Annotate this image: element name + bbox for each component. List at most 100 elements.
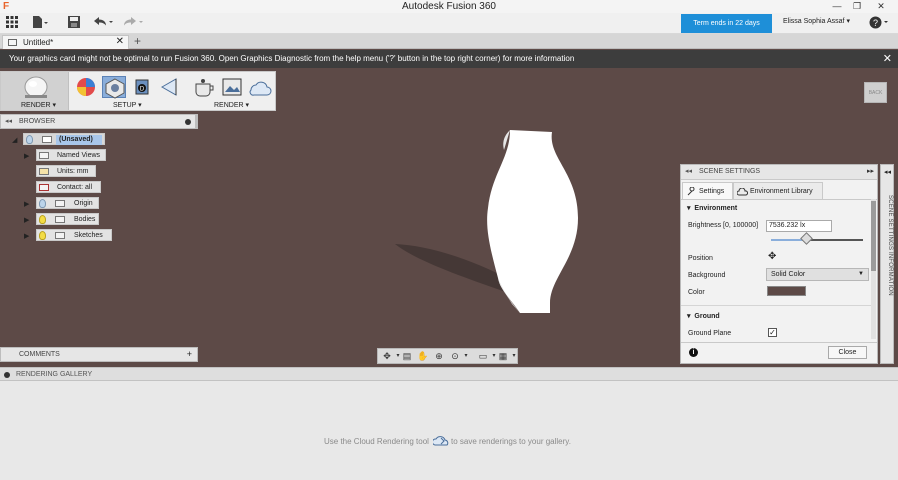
background-color-swatch[interactable]	[767, 286, 806, 296]
tree-item-units[interactable]: Units: mm	[36, 165, 96, 177]
vase-model[interactable]	[380, 128, 590, 318]
scene-settings-header: ◂◂ SCENE SETTINGS ▸▸	[681, 165, 877, 180]
tab-label: Settings	[699, 188, 725, 195]
expand-named-views-icon[interactable]: ▶	[24, 152, 29, 160]
setup-menu[interactable]: SETUP ▾	[113, 101, 142, 109]
visibility-bulb-icon[interactable]	[26, 135, 33, 144]
move-icon[interactable]: ✥	[768, 251, 776, 262]
tree-item-label: Sketches	[74, 232, 103, 239]
scene-settings-icon[interactable]: D	[130, 76, 154, 98]
units-icon	[39, 168, 49, 175]
redo-icon[interactable]	[122, 16, 143, 30]
tree-item-label: Contact: all	[57, 184, 93, 191]
brightness-slider-thumb[interactable]	[800, 232, 813, 245]
scrollbar-thumb[interactable]	[871, 201, 876, 271]
rendering-gallery: Use the Cloud Rendering tool to save ren…	[0, 381, 898, 480]
look-at-icon[interactable]: ▤	[400, 350, 414, 362]
expand-root-icon[interactable]: ◢	[12, 136, 17, 144]
file-icon[interactable]	[32, 16, 48, 30]
visibility-bulb-icon[interactable]	[39, 199, 46, 208]
comments-title: COMMENTS	[19, 351, 60, 358]
new-tab-button[interactable]: +	[134, 34, 141, 48]
section-ground[interactable]: ▾ Ground	[687, 312, 720, 320]
chevron-down-icon[interactable]: ▾	[459, 350, 473, 362]
ground-plane-checkbox[interactable]: ✓	[768, 328, 777, 337]
rendering-gallery-icon[interactable]	[248, 76, 272, 98]
section-divider	[681, 305, 871, 306]
expand-icon[interactable]: ▸▸	[867, 167, 874, 175]
expand-origin-icon[interactable]: ▶	[24, 200, 29, 208]
tab-label: Environment Library	[750, 188, 813, 195]
pin-icon[interactable]	[4, 372, 10, 378]
browser-edge	[195, 114, 198, 129]
warning-close-icon[interactable]: ✕	[883, 50, 892, 68]
user-name: Elissa Sophia Assaf	[783, 18, 845, 25]
tab-settings[interactable]: Settings	[682, 182, 733, 199]
save-icon[interactable]	[66, 16, 82, 30]
view-cube[interactable]: BACK	[864, 82, 887, 103]
user-menu[interactable]: Elissa Sophia Assaf ▾	[783, 17, 850, 25]
ground-plane-label: Ground Plane	[688, 330, 732, 337]
navigation-toolbar: ✥ ▾ ▤ ✋ ⊕ ⊙ ▾ ▭ ▾ ▦ ▾	[377, 348, 518, 364]
folder-icon	[55, 200, 65, 207]
wrench-icon	[687, 187, 695, 196]
info-icon[interactable]: i	[689, 348, 698, 357]
cloud-icon	[737, 188, 748, 196]
visibility-bulb-icon[interactable]	[39, 231, 46, 240]
folder-icon	[39, 152, 49, 159]
brightness-label: Brightness [0, 100000]	[688, 222, 759, 229]
tree-item-label: Units: mm	[57, 168, 89, 175]
section-environment[interactable]: ▾ Environment	[687, 204, 737, 212]
tree-root[interactable]: (Unsaved)	[23, 133, 105, 145]
tree-item-contact[interactable]: Contact: all	[36, 181, 101, 193]
visibility-bulb-icon[interactable]	[39, 215, 46, 224]
brightness-input[interactable]: 7536.232 lx	[766, 220, 832, 232]
help-icon[interactable]: ?	[869, 16, 889, 32]
scene-settings-information-strip[interactable]: ◂◂ SCENE SETTINGS INFORMATION	[880, 164, 894, 364]
background-select[interactable]: Solid Color ▼	[766, 268, 869, 281]
workspace-switcher[interactable]: RENDER ▾	[1, 72, 69, 110]
pan-icon[interactable]: ✋	[416, 350, 430, 362]
add-comment-button[interactable]: +	[187, 349, 192, 359]
collapse-icon[interactable]: ◂◂	[685, 167, 692, 175]
in-canvas-render-icon[interactable]	[192, 76, 216, 98]
folder-icon	[55, 232, 65, 239]
section-label: Environment	[694, 205, 738, 212]
texture-map-icon[interactable]	[158, 76, 182, 98]
pin-icon[interactable]	[185, 119, 191, 125]
rendering-gallery-title: RENDERING GALLERY	[16, 371, 93, 378]
expand-sketches-icon[interactable]: ▶	[24, 232, 29, 240]
tab-close-icon[interactable]: ✕	[116, 36, 124, 47]
restore-icon[interactable]: ❐	[846, 0, 868, 12]
trial-status-button[interactable]: Term ends in 22 days	[681, 14, 772, 33]
close-icon[interactable]: ✕	[870, 0, 892, 12]
undo-icon[interactable]	[92, 16, 113, 30]
comments-panel-header[interactable]: COMMENTS +	[0, 347, 198, 362]
browser-panel-header[interactable]: ◂◂ BROWSER	[0, 114, 198, 129]
tab-environment-library[interactable]: Environment Library	[733, 182, 823, 199]
scene-settings-panel: ◂◂ SCENE SETTINGS ▸▸ Settings Environmen…	[680, 164, 878, 364]
folder-icon	[55, 216, 65, 223]
tree-item-origin[interactable]: Origin	[36, 197, 99, 209]
close-button[interactable]: Close	[828, 346, 867, 359]
rendering-gallery-header[interactable]: RENDERING GALLERY	[0, 367, 898, 381]
tree-item-bodies[interactable]: Bodies	[36, 213, 99, 225]
tree-item-sketches[interactable]: Sketches	[36, 229, 112, 241]
tab-label: Untitled*	[23, 38, 54, 47]
tab-untitled[interactable]: Untitled* ✕	[2, 35, 129, 49]
chevron-down-icon[interactable]: ▾	[507, 350, 521, 362]
minimize-icon[interactable]: —	[826, 0, 848, 12]
render-menu[interactable]: RENDER ▾	[214, 101, 249, 109]
zoom-icon[interactable]: ⊕	[432, 350, 446, 362]
expand-bodies-icon[interactable]: ▶	[24, 216, 29, 224]
render-icon[interactable]	[220, 76, 244, 98]
appearance-icon[interactable]	[74, 76, 98, 98]
scene-settings-scrollbar[interactable]	[871, 199, 876, 339]
tree-item-named-views[interactable]: Named Views	[36, 149, 106, 161]
document-tab-bar: Untitled* ✕ +	[0, 34, 898, 49]
grid-menu-icon[interactable]	[4, 16, 20, 30]
collapse-icon[interactable]: ◂◂	[5, 117, 12, 125]
position-label: Position	[688, 255, 713, 262]
physical-material-icon[interactable]	[102, 76, 126, 99]
collapse-icon[interactable]: ◂◂	[884, 168, 891, 176]
